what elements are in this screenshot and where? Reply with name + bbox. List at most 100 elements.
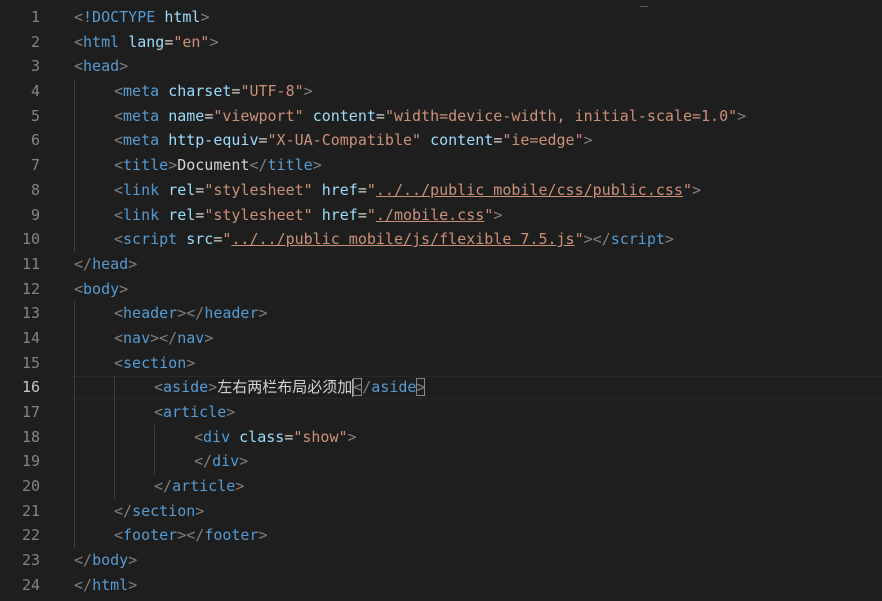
code-text[interactable]: </head>: [74, 252, 137, 277]
code-line[interactable]: 7 <title>Document</title>: [0, 153, 882, 178]
code-text[interactable]: <title>Document</title>: [114, 153, 322, 178]
code-text[interactable]: <footer></footer>: [114, 523, 268, 548]
code-line[interactable]: 2 <html lang="en">: [0, 30, 882, 55]
code-editor[interactable]: 1 <!DOCTYPE html> 2 <html lang="en"> 3 <head>…: [0, 5, 882, 598]
indent-guide: [114, 375, 115, 400]
indent-guide: [74, 79, 75, 104]
code-text[interactable]: </body>: [74, 548, 137, 573]
code-text[interactable]: <!DOCTYPE html>: [74, 5, 209, 30]
code-line[interactable]: 16 <aside>左右两栏布局必须加</aside>: [0, 375, 882, 400]
attribute-token: html: [164, 8, 201, 26]
equals-token: =: [284, 427, 294, 446]
link-path-token[interactable]: ../../public mobile/css/public.css: [376, 181, 683, 199]
code-line[interactable]: 5 <meta name="viewport" content="width=de…: [0, 103, 882, 129]
code-text[interactable]: </div>: [194, 449, 248, 474]
line-number[interactable]: 20: [0, 474, 40, 499]
line-number[interactable]: 3: [0, 54, 40, 79]
code-text[interactable]: <html lang="en">: [74, 30, 219, 55]
code-text[interactable]: <script src="../../public mobile/js/flex…: [114, 227, 674, 252]
code-line[interactable]: 12 <body>: [0, 277, 882, 302]
tag-name-token: section: [123, 353, 187, 372]
code-line[interactable]: 24 </html>: [0, 573, 882, 598]
line-number[interactable]: 11: [0, 252, 40, 277]
line-number[interactable]: 9: [0, 203, 40, 228]
code-text[interactable]: <aside>左右两栏布局必须加</aside>: [154, 375, 426, 400]
line-number[interactable]: 18: [0, 425, 40, 450]
line-number[interactable]: 12: [0, 277, 40, 302]
code-line[interactable]: 14 <nav></nav>: [0, 325, 882, 351]
line-number[interactable]: 22: [0, 523, 40, 548]
line-number[interactable]: 19: [0, 449, 40, 474]
code-text[interactable]: <link rel="stylesheet" href="../../publi…: [114, 178, 701, 203]
code-text[interactable]: </section>: [114, 499, 204, 524]
code-text[interactable]: <header></header>: [114, 301, 268, 326]
code-text[interactable]: </html>: [74, 573, 137, 598]
code-line[interactable]: 20 </article>: [0, 474, 882, 499]
code-line[interactable]: 8 <link rel="stylesheet" href="../../publ…: [0, 177, 882, 203]
code-line[interactable]: 11 </head>: [0, 252, 882, 277]
line-number[interactable]: 4: [0, 79, 40, 104]
code-line[interactable]: 13 <header></header>: [0, 301, 882, 326]
code-line[interactable]: 4 <meta charset="UTF-8">: [0, 79, 882, 104]
tag-name-token: title: [123, 156, 169, 175]
code-text[interactable]: </article>: [154, 474, 244, 499]
punctuation-token: <: [74, 279, 84, 298]
code-line[interactable]: 17 <article>: [0, 400, 882, 425]
code-text[interactable]: <div class="show">: [194, 425, 357, 450]
punctuation-token: <: [114, 526, 124, 545]
line-number[interactable]: 7: [0, 153, 40, 178]
punctuation-token: <: [114, 353, 124, 372]
string-token: "stylesheet": [204, 205, 313, 224]
code-line[interactable]: 9 <link rel="stylesheet" href="./mobile.c…: [0, 202, 882, 228]
punctuation-token: >: [303, 82, 313, 101]
code-line[interactable]: 19 </div>: [0, 449, 882, 475]
code-line[interactable]: 21 </section>: [0, 498, 882, 524]
link-path-token[interactable]: ./mobile.css: [376, 206, 484, 224]
string-token: ": [366, 180, 376, 199]
line-number[interactable]: 16: [0, 375, 40, 400]
code-line[interactable]: 18 <div class="show">: [0, 424, 882, 450]
punctuation-token: >: [128, 551, 138, 570]
line-number[interactable]: 6: [0, 128, 40, 153]
code-line[interactable]: 23 </body>: [0, 548, 882, 573]
code-text[interactable]: <section>: [114, 351, 195, 376]
line-number[interactable]: 21: [0, 499, 40, 524]
line-number[interactable]: 13: [0, 301, 40, 326]
code-line[interactable]: 10 <script src="../../public mobile/js/fl…: [0, 227, 882, 252]
punctuation-token: </: [154, 477, 173, 496]
code-line[interactable]: 6 <meta http-equiv="X-UA-Compatible" cont…: [0, 128, 882, 154]
line-number[interactable]: 14: [0, 326, 40, 351]
line-number[interactable]: 24: [0, 573, 40, 598]
code-text[interactable]: <article>: [154, 400, 235, 425]
code-text[interactable]: <body>: [74, 277, 128, 302]
attribute-token: class: [239, 427, 285, 446]
attribute-token: content: [312, 106, 376, 125]
code-text[interactable]: <head>: [74, 54, 128, 79]
tag-name-token: link: [123, 180, 160, 199]
code-text[interactable]: <nav></nav>: [114, 326, 213, 351]
link-path-token[interactable]: ../../public mobile/js/flexible 7.5.js: [231, 230, 574, 248]
line-number[interactable]: 10: [0, 227, 40, 252]
code-text[interactable]: <link rel="stylesheet" href="./mobile.cs…: [114, 203, 502, 228]
line-number[interactable]: 8: [0, 178, 40, 203]
code-line[interactable]: 3 <head>: [0, 54, 882, 79]
code-line[interactable]: 15 <section>: [0, 350, 882, 376]
line-number[interactable]: 5: [0, 104, 40, 129]
code-text[interactable]: <meta http-equiv="X-UA-Compatible" conte…: [114, 128, 593, 153]
line-number[interactable]: 23: [0, 548, 40, 573]
line-number[interactable]: 15: [0, 351, 40, 376]
string-token: "show": [293, 427, 348, 446]
string-token: "UTF-8": [240, 82, 304, 101]
line-number[interactable]: 1: [0, 5, 40, 30]
equals-token: =: [357, 180, 367, 199]
code-text[interactable]: <meta name="viewport" content="width=dev…: [114, 104, 746, 129]
code-line[interactable]: 22 <footer></footer>: [0, 523, 882, 549]
line-number[interactable]: 17: [0, 400, 40, 425]
string-token: ": [574, 230, 584, 249]
code-text[interactable]: <meta charset="UTF-8">: [114, 79, 313, 104]
code-line[interactable]: 1 <!DOCTYPE html>: [0, 5, 882, 30]
line-number[interactable]: 2: [0, 30, 40, 55]
